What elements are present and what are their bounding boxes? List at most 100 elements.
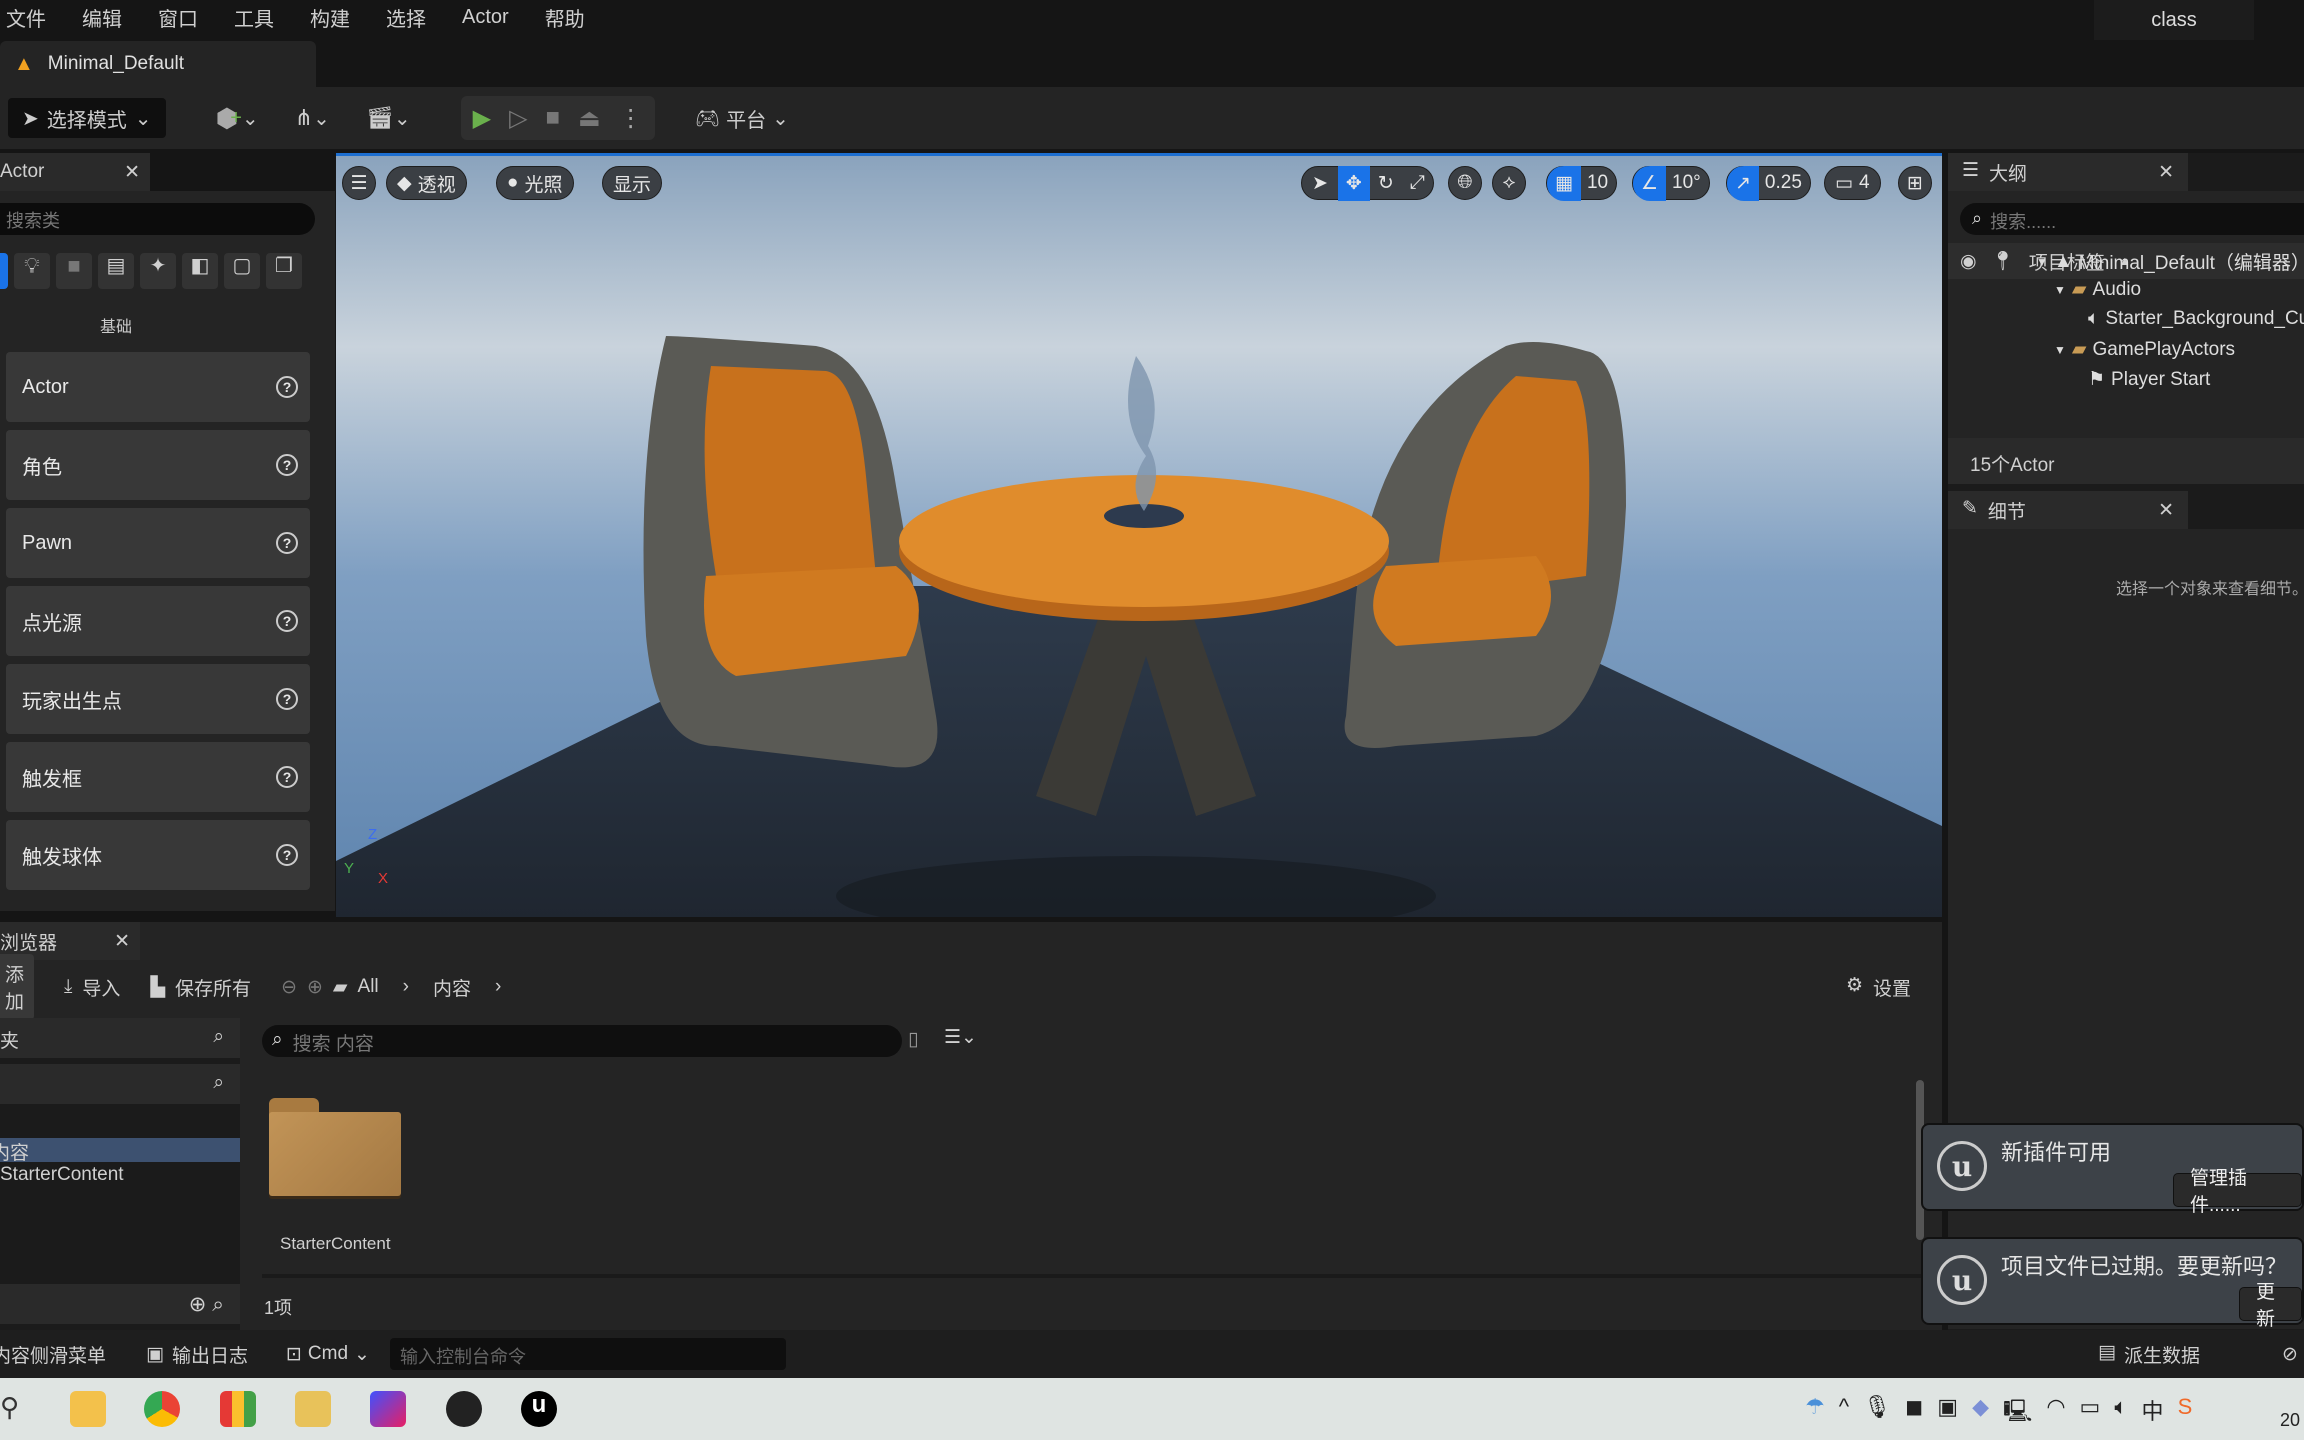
network-icon[interactable]: 🖳︎ xyxy=(2003,1394,2032,1432)
asset-label[interactable]: StarterContent xyxy=(280,1234,391,1254)
outliner-row[interactable]: ▼ ▰ Audio xyxy=(2054,278,2141,301)
search-icon[interactable]: ⚲ xyxy=(0,1392,19,1423)
help-icon[interactable]: ? xyxy=(276,844,298,866)
light-icon[interactable]: 💡︎ xyxy=(14,253,50,289)
search-icon[interactable]: ⌕ xyxy=(212,1293,224,1316)
weather-icon[interactable]: ☂ xyxy=(1805,1394,1825,1432)
blueprint-button[interactable]: ⋔ ⌄ xyxy=(295,105,330,131)
play-icon[interactable]: ▶ xyxy=(473,104,491,133)
eye-icon[interactable]: ◉ xyxy=(1960,250,1977,273)
cmd-select[interactable]: Cmd xyxy=(308,1343,348,1365)
viewport-menu-button[interactable]: ☰ xyxy=(342,166,376,200)
visual-effects-icon[interactable]: ✦ xyxy=(140,253,176,289)
close-icon[interactable]: ✕ xyxy=(124,161,140,184)
app-icon[interactable] xyxy=(370,1391,406,1427)
output-log-button[interactable]: 输出日志 xyxy=(172,1341,248,1368)
microphone-icon[interactable]: 🎙︎ xyxy=(1863,1394,1891,1432)
menu-help[interactable]: 帮助 xyxy=(545,3,585,32)
outliner-row[interactable]: ▼ ▲ Minimal_Default（编辑器） xyxy=(2036,248,2304,275)
help-icon[interactable]: ? xyxy=(276,454,298,476)
move-icon[interactable]: ✥ xyxy=(1337,165,1370,201)
scale-snap-button[interactable]: ↗ 0.25 xyxy=(1726,165,1811,201)
menu-select[interactable]: 选择 xyxy=(386,3,426,32)
shape-icon[interactable]: ■ xyxy=(56,253,92,289)
close-icon[interactable]: ✕ xyxy=(114,930,130,953)
save-search-icon[interactable]: ▯ xyxy=(908,1028,918,1051)
chrome-icon[interactable] xyxy=(144,1391,180,1427)
step-icon[interactable]: ▷ xyxy=(509,104,527,133)
search-icon[interactable]: ⌕ xyxy=(213,1026,224,1050)
clock[interactable]: 20 xyxy=(2280,1410,2300,1431)
close-icon[interactable]: ✕ xyxy=(2158,499,2174,522)
menu-build[interactable]: 构建 xyxy=(310,3,350,32)
camera-speed-button[interactable]: ▭ 4 xyxy=(1824,166,1881,200)
epic-games-icon[interactable]: ▣ xyxy=(1937,1394,1958,1432)
asset-folder-tile[interactable] xyxy=(269,1098,401,1198)
layout-button[interactable]: ⊞ xyxy=(1898,166,1932,200)
content-search-input[interactable]: ⌕ 搜索 内容 xyxy=(262,1025,902,1057)
console-input[interactable]: 输入控制台命令 xyxy=(389,1338,786,1370)
tree-item-content[interactable]: 内容 xyxy=(0,1138,240,1162)
unreal-engine-icon[interactable]: u xyxy=(521,1391,557,1427)
actor-item[interactable]: 点光源? xyxy=(6,586,310,656)
help-icon[interactable]: ? xyxy=(276,610,298,632)
outliner-row[interactable]: 🔈︎ Starter_Background_Cue xyxy=(2088,308,2304,330)
actor-item[interactable]: 玩家出生点? xyxy=(6,664,310,734)
menu-edit[interactable]: 编辑 xyxy=(82,3,122,32)
world-local-toggle[interactable]: 🌐︎ xyxy=(1448,166,1482,200)
grid-snap-button[interactable]: ▦ 10 xyxy=(1546,165,1618,201)
source-control-icon[interactable]: ⊘ xyxy=(2282,1343,2298,1366)
outliner-search-input[interactable]: ⌕ 搜索...... xyxy=(1960,203,2304,235)
save-all-button[interactable]: 保存所有 xyxy=(175,974,251,1001)
obs-icon[interactable] xyxy=(446,1391,482,1427)
select-icon[interactable]: ➤ xyxy=(1302,172,1338,195)
filter-icon[interactable]: ☰⌄ xyxy=(944,1026,977,1049)
update-button[interactable]: 更新 xyxy=(2239,1282,2302,1330)
lighting-button[interactable]: ● 光照 xyxy=(496,166,574,200)
angle-snap-button[interactable]: ∠ 10° xyxy=(1632,165,1710,201)
actor-item[interactable]: Actor? xyxy=(6,352,310,422)
show-button[interactable]: 显示 xyxy=(602,166,663,200)
minecraft-icon[interactable] xyxy=(295,1391,331,1427)
rotate-icon[interactable]: ↻ xyxy=(1370,172,1402,195)
class-search-input[interactable]: 搜索类 xyxy=(0,203,315,235)
chevron-right-icon[interactable]: › xyxy=(495,976,501,998)
sogou-icon[interactable]: S xyxy=(2178,1394,2193,1432)
add-actor-button[interactable]: ⬢ + ⌄ xyxy=(216,103,259,134)
content-drawer-button[interactable]: 内容侧滑菜单 xyxy=(0,1341,106,1368)
actor-item[interactable]: 角色? xyxy=(6,430,310,500)
back-icon[interactable]: ⊖ xyxy=(281,976,297,999)
menu-actor[interactable]: Actor xyxy=(462,6,509,29)
help-icon[interactable]: ? xyxy=(276,532,298,554)
close-icon[interactable]: ✕ xyxy=(2158,161,2174,184)
eject-icon[interactable]: ⏏ xyxy=(578,104,601,133)
menu-file[interactable]: 文件 xyxy=(6,3,46,32)
platform-button[interactable]: 🎮︎ 平台 ⌄ xyxy=(695,104,789,133)
input-method-icon[interactable]: 中 xyxy=(2142,1394,2164,1432)
help-icon[interactable]: ? xyxy=(276,766,298,788)
level-tab[interactable]: ▲ Minimal_Default xyxy=(0,41,316,87)
add-button[interactable]: 添加 xyxy=(0,954,34,1020)
menu-window[interactable]: 窗口 xyxy=(158,3,198,32)
help-icon[interactable]: ? xyxy=(276,376,298,398)
outliner-row[interactable]: ⚑ Player Start xyxy=(2088,368,2210,391)
perspective-button[interactable]: ◆ 透视 xyxy=(386,166,467,200)
breadcrumb-content[interactable]: 内容 xyxy=(433,974,471,1001)
pin-icon[interactable]: 📍︎ xyxy=(1991,249,2015,273)
forward-icon[interactable]: ⊕ xyxy=(307,976,323,999)
class-search-box[interactable]: class xyxy=(2094,0,2254,40)
folder-search[interactable]: 搜索文件夹 ⌕ xyxy=(0,1018,240,1058)
file-explorer-icon[interactable] xyxy=(70,1391,106,1427)
cinematics-button[interactable]: 🎬︎ ⌄ xyxy=(366,105,411,131)
app-tray-icon[interactable]: ◆ xyxy=(1972,1394,1989,1432)
mode-select[interactable]: ➤ 选择模式 ⌄ xyxy=(8,98,166,138)
details-tab[interactable]: ✎ 细节 ✕ xyxy=(1948,491,2188,529)
add-collection-icon[interactable]: ⊕ xyxy=(189,1293,207,1316)
volume-icon[interactable]: 🔈︎ xyxy=(2114,1394,2127,1432)
app-icon[interactable] xyxy=(220,1391,256,1427)
stop-icon[interactable]: ■ xyxy=(546,104,561,132)
import-button[interactable]: 导入 xyxy=(82,974,120,1001)
all-classes-icon[interactable]: ❐ xyxy=(266,253,302,289)
outliner-tab[interactable]: ☰ 大纲 ✕ xyxy=(1948,153,2188,191)
level-viewport[interactable]: ☰ ◆ 透视 ● 光照 显示 ➤ ✥ ↻ ⤢ 🌐︎ ⟡ ▦ 10 ∠ 10° ↗ 0.25… xyxy=(336,153,1942,917)
